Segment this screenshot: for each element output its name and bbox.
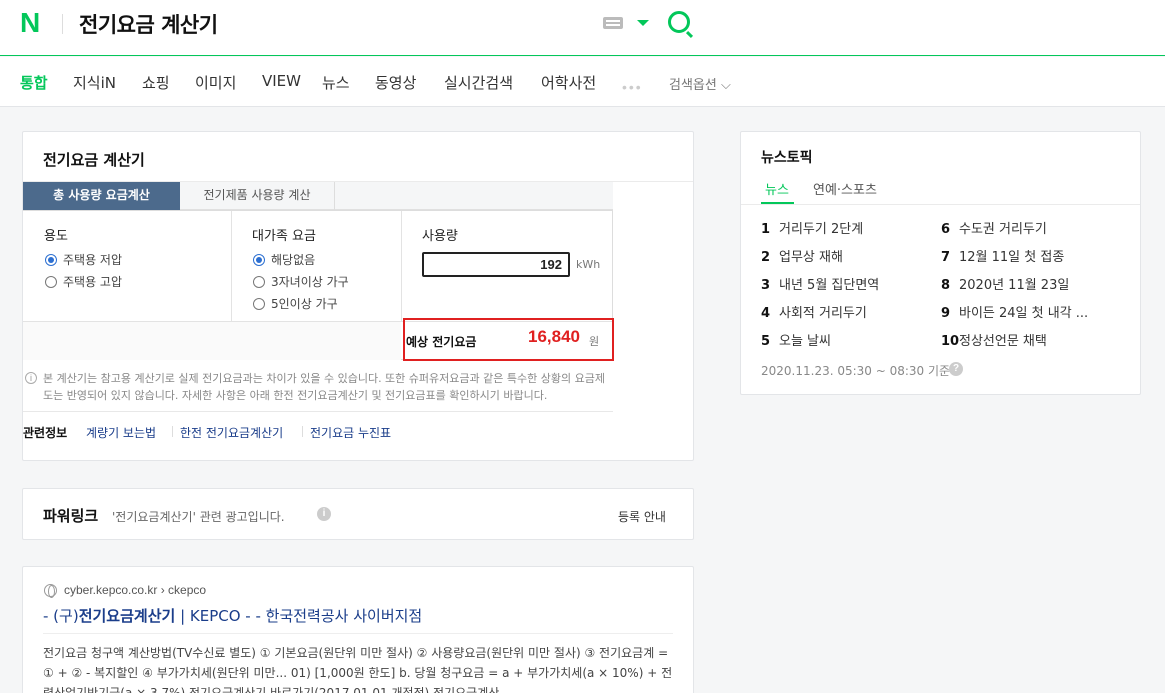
radio-residential-high[interactable]: 주택용 고압 <box>45 273 122 290</box>
result-box: 예상 전기요금 16,840 원 <box>403 318 614 361</box>
result-label: 예상 전기요금 <box>406 335 477 349</box>
tab-images[interactable]: 이미지 <box>195 72 236 93</box>
register-button[interactable]: 등록 안내 <box>618 508 666 525</box>
search-query[interactable]: 전기요금 계산기 <box>79 9 218 39</box>
related-title: 관련정보 <box>23 426 68 440</box>
ad-title-link[interactable]: - (구)전기요금계산기 | KEPCO - - 한국전력공사 사이버지점 <box>43 605 422 626</box>
news-item[interactable]: 5 오늘 날씨 <box>761 330 831 349</box>
globe-icon <box>44 584 57 598</box>
tab-video[interactable]: 동영상 <box>375 72 416 93</box>
related-link-rate-table[interactable]: 전기요금 누진표 <box>310 424 391 441</box>
ad-description: 전기요금 청구액 계산방법(TV수신료 별도) ① 기본요금(원단위 미만 절사… <box>43 646 673 693</box>
tab-news[interactable]: 뉴스 <box>322 72 350 93</box>
radio-icon[interactable] <box>253 276 265 288</box>
radio-icon[interactable] <box>45 276 57 288</box>
info-icon[interactable]: i <box>317 507 331 521</box>
radio-checked-icon[interactable] <box>253 254 265 266</box>
result-value: 16,840 <box>528 327 580 346</box>
header: N 전기요금 계산기 <box>0 0 1165 56</box>
radio-family-5persons[interactable]: 5인이상 가구 <box>253 295 338 312</box>
news-item[interactable]: 9 바이든 24일 첫 내각 ... <box>941 302 1088 321</box>
related-link-meter[interactable]: 계량기 보는법 <box>86 424 156 441</box>
tab-kin[interactable]: 지식iN <box>73 72 116 93</box>
news-item[interactable]: 7 12월 11일 첫 접종 <box>941 246 1064 265</box>
help-icon[interactable]: ? <box>949 362 963 376</box>
tab-total-usage[interactable]: 총 사용량 요금계산 <box>23 182 180 210</box>
news-item[interactable]: 10정상선언문 채택 <box>941 330 1047 349</box>
radio-icon[interactable] <box>253 298 265 310</box>
tab-realtime[interactable]: 실시간검색 <box>444 72 513 93</box>
news-item[interactable]: 1 거리두기 2단계 <box>761 218 863 237</box>
calculator-note: 본 계산기는 참고용 계산기로 실제 전기요금과는 차이가 있을 수 있습니다.… <box>43 372 605 402</box>
radio-family-3children[interactable]: 3자녀이상 가구 <box>253 273 349 290</box>
radio-residential-low[interactable]: 주택용 저압 <box>45 251 122 268</box>
tab-news-topic[interactable]: 뉴스 <box>765 179 789 198</box>
tab-shopping[interactable]: 쇼핑 <box>142 72 170 93</box>
info-icon: i <box>25 372 37 384</box>
powerlink-subtitle: '전기요금계산기' 관련 광고입니다. <box>112 510 285 524</box>
ad-result: cyber.kepco.co.kr › ckepco - (구)전기요금계산기 … <box>22 566 694 693</box>
more-tabs-button[interactable]: ••• <box>622 79 643 95</box>
divider <box>741 204 1140 205</box>
news-item[interactable]: 6 수도권 거리두기 <box>941 218 1047 237</box>
usage-unit: kWh <box>576 258 601 271</box>
divider <box>43 633 673 634</box>
calculator-tabs: 총 사용량 요금계산 전기제품 사용량 계산 <box>23 182 613 210</box>
search-icon[interactable] <box>668 11 690 33</box>
search-options-button[interactable]: 검색옵션 ⌵ <box>669 74 731 93</box>
radio-family-none[interactable]: 해당없음 <box>253 251 315 268</box>
news-item[interactable]: 8 2020년 11월 23일 <box>941 274 1069 293</box>
usage-input[interactable]: 192 <box>422 252 570 277</box>
search-tabs: 통합 지식iN 쇼핑 이미지 VIEW 뉴스 동영상 실시간검색 어학사전 ••… <box>0 57 1165 107</box>
powerlink-title: 파워링크 <box>43 507 99 525</box>
tab-dictionary[interactable]: 어학사전 <box>541 72 596 93</box>
news-topic-title: 뉴스토픽 <box>761 150 813 166</box>
purpose-label: 용도 <box>44 229 68 244</box>
tab-appliance-usage[interactable]: 전기제품 사용량 계산 <box>180 182 335 210</box>
news-item[interactable]: 2 업무상 재해 <box>761 246 843 265</box>
related-link-kepco-calc[interactable]: 한전 전기요금계산기 <box>180 424 283 441</box>
news-item[interactable]: 4 사회적 거리두기 <box>761 302 867 321</box>
divider <box>23 411 613 412</box>
chevron-down-icon[interactable] <box>637 20 649 26</box>
powerlink-header: 파워링크 '전기요금계산기' 관련 광고입니다. i 등록 안내 <box>22 488 694 540</box>
divider <box>62 14 63 34</box>
keyboard-icon[interactable] <box>603 17 623 29</box>
result-unit: 원 <box>589 335 600 348</box>
ad-url[interactable]: cyber.kepco.co.kr › ckepco <box>64 583 206 597</box>
usage-label: 사용량 <box>422 229 458 244</box>
tab-view[interactable]: VIEW <box>262 72 301 90</box>
news-topic-card: 뉴스토픽 뉴스 연예·스포츠 1 거리두기 2단계 2 업무상 재해 3 내년 5월 … <box>740 131 1141 395</box>
news-item[interactable]: 3 내년 5월 집단면역 <box>761 274 879 293</box>
naver-logo[interactable]: N <box>20 9 44 37</box>
family-label: 대가족 요금 <box>252 229 316 244</box>
tab-entertainment-sports[interactable]: 연예·스포츠 <box>813 179 877 198</box>
news-timestamp: 2020.11.23. 05:30 ~ 08:30 기준 <box>761 364 951 378</box>
tab-all[interactable]: 통합 <box>20 72 48 93</box>
calculator-title: 전기요금 계산기 <box>43 151 145 169</box>
calculator-card: 전기요금 계산기 총 사용량 요금계산 전기제품 사용량 계산 용도 주택용 저… <box>22 131 694 461</box>
radio-checked-icon[interactable] <box>45 254 57 266</box>
